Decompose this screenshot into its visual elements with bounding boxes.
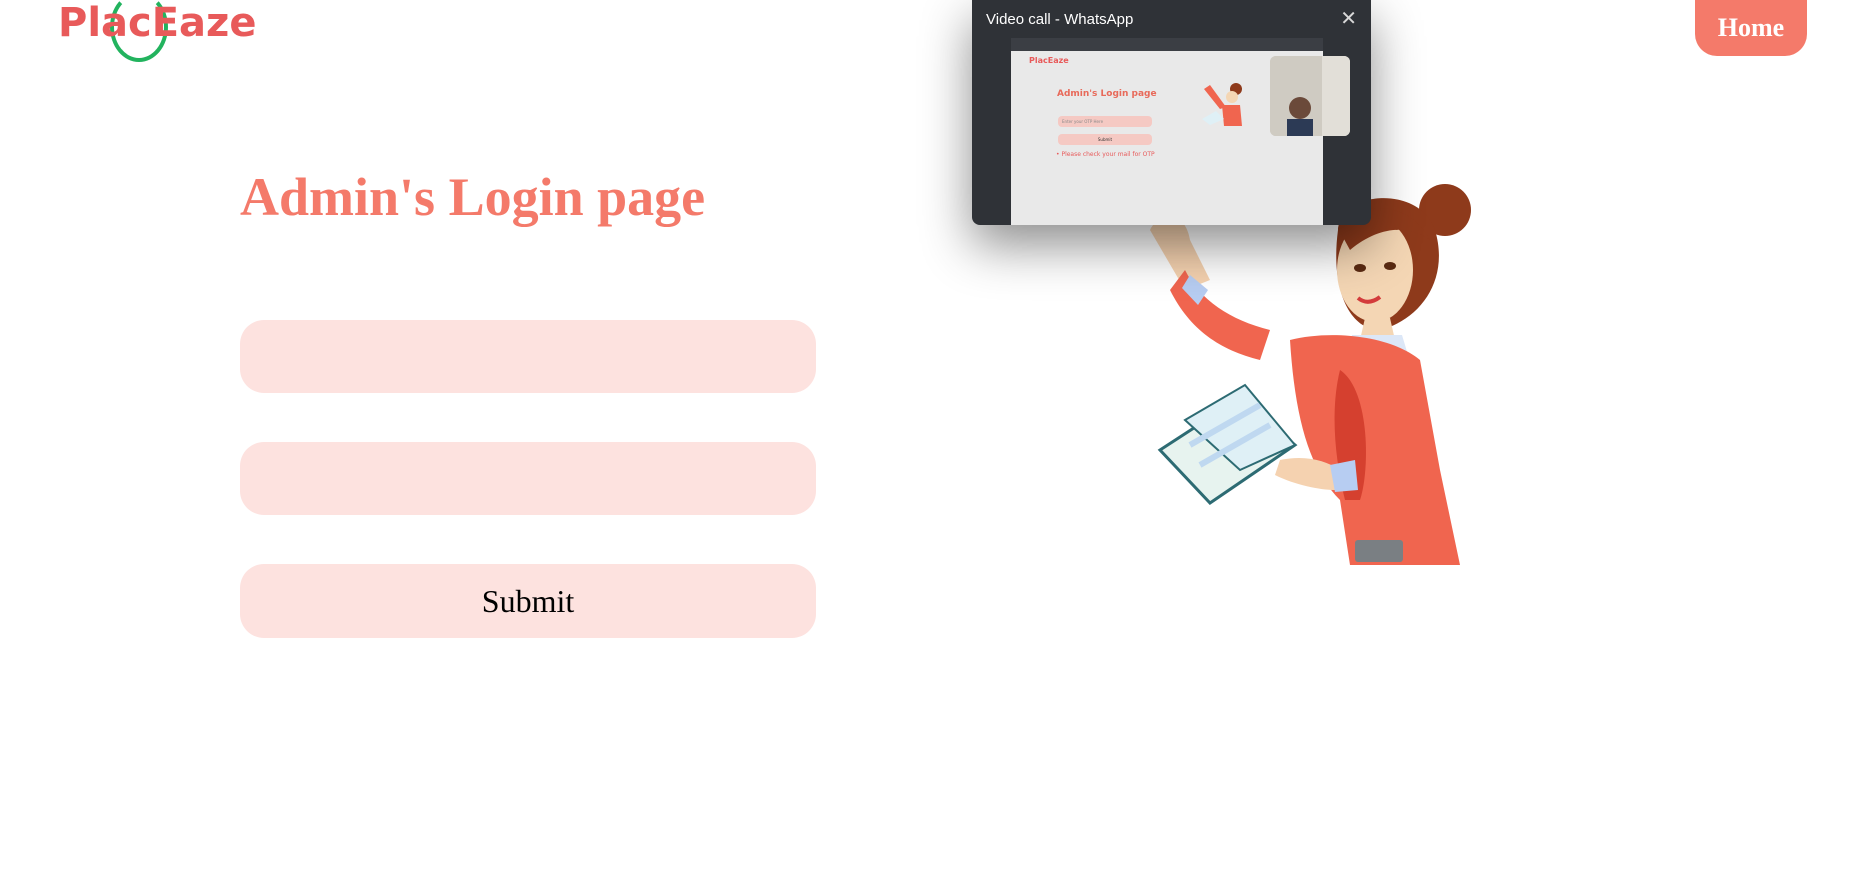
- shared-illustration: [1202, 83, 1242, 126]
- submit-button[interactable]: Submit: [240, 564, 816, 638]
- whatsapp-video-call-window[interactable]: Video call - WhatsApp ✕ PlacEaze Admin's…: [972, 0, 1371, 225]
- page-title: Admin's Login page: [240, 167, 706, 227]
- page: PlacEaze Home Admin's Login page Submit: [0, 0, 1850, 870]
- shared-title: Admin's Login page: [1057, 89, 1157, 99]
- close-icon[interactable]: ✕: [1340, 9, 1357, 29]
- window-title: Video call - WhatsApp: [986, 10, 1134, 28]
- woman-illustration: [1150, 184, 1471, 565]
- shared-submit-button: Submit: [1058, 134, 1152, 145]
- caller-avatar: [1270, 56, 1350, 136]
- input-field-1[interactable]: [240, 320, 816, 393]
- window-titlebar[interactable]: Video call - WhatsApp ✕: [972, 0, 1371, 38]
- shared-otp-input: Enter your OTP Here: [1058, 116, 1152, 127]
- home-button[interactable]: Home: [1695, 0, 1807, 56]
- caller-video-pip[interactable]: [1270, 56, 1350, 136]
- shared-logo: PlacEaze: [1029, 56, 1069, 65]
- shared-browser-toolbar: [1011, 38, 1323, 51]
- input-field-2[interactable]: [240, 442, 816, 515]
- shared-note: • Please check your mail for OTP: [1056, 151, 1155, 158]
- logo-text: PlacEaze: [58, 0, 257, 46]
